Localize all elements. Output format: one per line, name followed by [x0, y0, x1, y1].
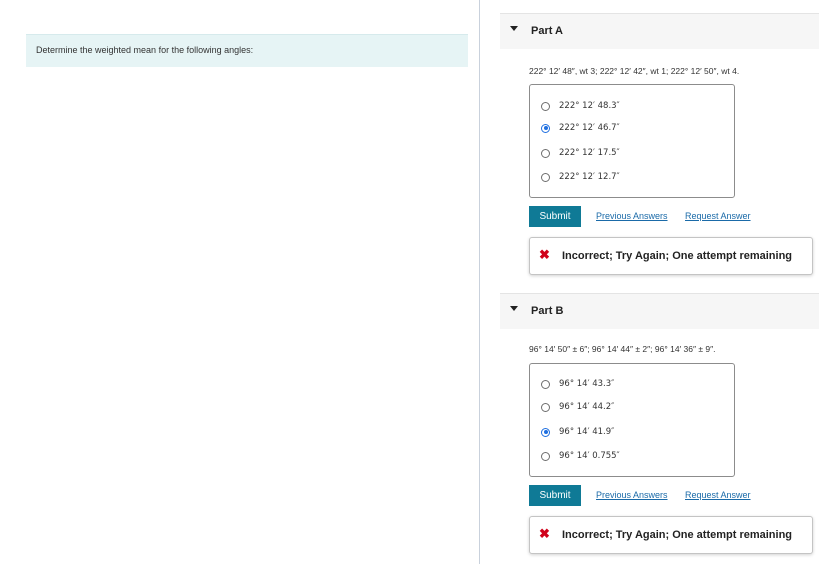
- option-label: 96° 14′ 0.755″: [559, 451, 620, 461]
- part-b-options: 96° 14′ 43.3″ 96° 14′ 44.2″ 96° 14′ 41.9…: [529, 363, 735, 477]
- part-b-option-3[interactable]: 96° 14′ 41.9″: [541, 426, 614, 438]
- part-a-title: Part A: [531, 25, 563, 37]
- part-a-option-3[interactable]: 222° 12′ 17.5″: [541, 147, 620, 159]
- part-a-option-2[interactable]: 222° 12′ 46.7″: [541, 122, 620, 134]
- part-a-previous-answers-link[interactable]: Previous Answers: [596, 211, 668, 221]
- radio-button[interactable]: [541, 451, 550, 461]
- radio-button[interactable]: [541, 148, 550, 158]
- radio-button[interactable]: [541, 379, 550, 389]
- option-label: 222° 12′ 46.7″: [559, 123, 620, 133]
- radio-button-selected[interactable]: [541, 123, 550, 133]
- error-x-icon: ✖: [539, 247, 550, 262]
- panel-divider[interactable]: [479, 0, 480, 564]
- part-b-option-2[interactable]: 96° 14′ 44.2″: [541, 401, 614, 413]
- part-a-request-answer-link[interactable]: Request Answer: [685, 211, 751, 221]
- option-label: 222° 12′ 17.5″: [559, 148, 620, 158]
- part-b-submit-button[interactable]: Submit: [529, 485, 581, 506]
- error-x-icon: ✖: [539, 526, 550, 541]
- part-b-question: 96° 14′ 50″ ± 6″; 96° 14′ 44″ ± 2″; 96° …: [529, 344, 716, 354]
- option-label: 222° 12′ 12.7″: [559, 172, 620, 182]
- part-a-question: 222° 12′ 48″, wt 3; 222° 12′ 42″, wt 1; …: [529, 66, 740, 76]
- option-label: 222° 12′ 48.3″: [559, 101, 620, 111]
- part-b-title: Part B: [531, 305, 564, 317]
- part-a-options: 222° 12′ 48.3″ 222° 12′ 46.7″ 222° 12′ 1…: [529, 84, 735, 198]
- part-b-option-1[interactable]: 96° 14′ 43.3″: [541, 378, 614, 390]
- radio-button[interactable]: [541, 101, 550, 111]
- radio-button[interactable]: [541, 402, 550, 412]
- part-b-feedback-text: Incorrect; Try Again; One attempt remain…: [562, 529, 793, 541]
- caret-down-icon[interactable]: [510, 26, 518, 31]
- part-b-feedback: ✖ Incorrect; Try Again; One attempt rema…: [529, 516, 813, 554]
- part-b-option-4[interactable]: 96° 14′ 0.755″: [541, 450, 620, 462]
- caret-down-icon[interactable]: [510, 306, 518, 311]
- part-a-option-1[interactable]: 222° 12′ 48.3″: [541, 100, 620, 112]
- part-a-feedback-text: Incorrect; Try Again; One attempt remain…: [562, 250, 793, 262]
- problem-prompt-text: Determine the weighted mean for the foll…: [36, 45, 254, 55]
- part-b-header[interactable]: Part B: [500, 293, 819, 329]
- option-label: 96° 14′ 44.2″: [559, 402, 615, 412]
- part-a-submit-button[interactable]: Submit: [529, 206, 581, 227]
- part-b-request-answer-link[interactable]: Request Answer: [685, 490, 751, 500]
- option-label: 96° 14′ 41.9″: [559, 427, 615, 437]
- radio-button[interactable]: [541, 172, 550, 182]
- part-a-feedback: ✖ Incorrect; Try Again; One attempt rema…: [529, 237, 813, 275]
- option-label: 96° 14′ 43.3″: [559, 379, 615, 389]
- radio-button-selected[interactable]: [541, 427, 550, 437]
- part-a-header[interactable]: Part A: [500, 13, 819, 49]
- problem-prompt-banner: Determine the weighted mean for the foll…: [26, 34, 468, 67]
- part-b-previous-answers-link[interactable]: Previous Answers: [596, 490, 668, 500]
- part-a-option-4[interactable]: 222° 12′ 12.7″: [541, 171, 620, 183]
